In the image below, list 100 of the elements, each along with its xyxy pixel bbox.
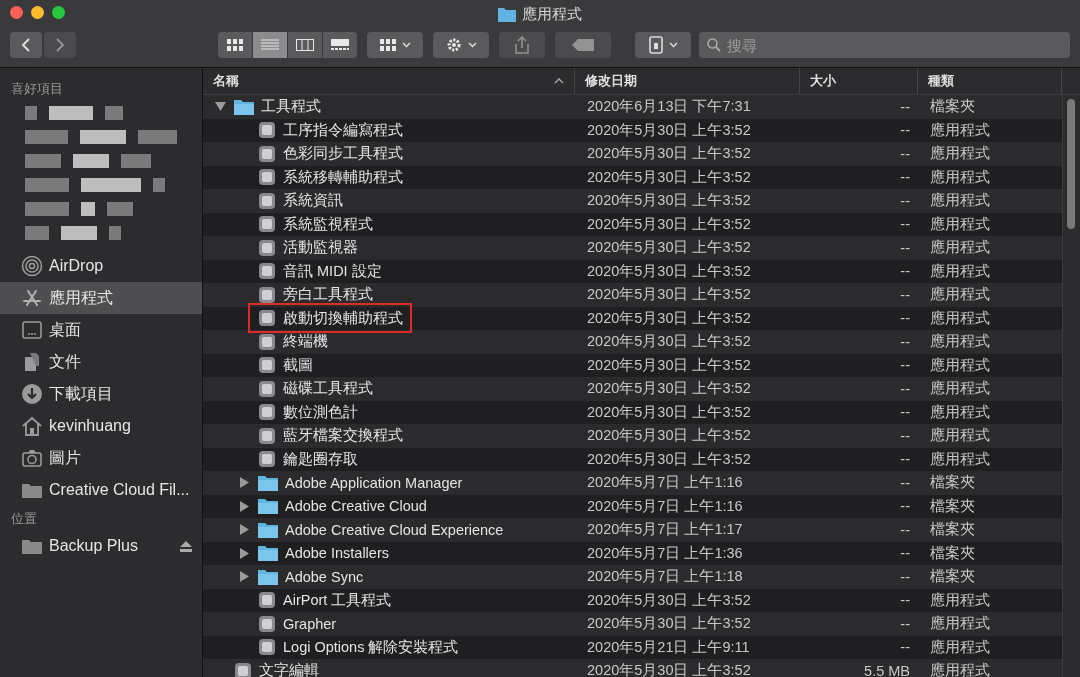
file-name: 鑰匙圈存取 [283,449,358,469]
file-size: -- [899,357,911,374]
file-kind: 應用程式 [929,167,991,187]
app-icon [257,167,277,188]
file-size: -- [899,216,911,233]
view-mode-button[interactable] [218,32,252,58]
app-icon [257,284,277,305]
close-button[interactable] [10,6,23,19]
app-icon [257,143,277,164]
file-kind: 應用程式 [929,308,991,328]
file-name: 文字編輯 [259,661,319,677]
view-mode-button[interactable] [288,32,322,58]
modified-date: 2020年5月7日 上午1:16 [586,473,744,493]
file-name: 活動監視器 [283,238,358,258]
sidebar-item[interactable]: 圖片 [0,442,202,474]
box-icon [648,36,663,54]
search-field[interactable]: 搜尋 [699,32,1070,58]
modified-date: 2020年5月7日 上午1:16 [586,496,744,516]
file-kind: 檔案夾 [929,473,976,493]
file-size: -- [899,639,911,656]
share-icon [515,36,529,54]
view-mode-button[interactable] [323,32,357,58]
forward-button[interactable] [44,32,76,58]
caret-icon [401,42,411,48]
chevron-right-icon [55,38,65,52]
settings-icon [445,37,462,53]
file-size: -- [899,451,911,468]
sidebar-item[interactable]: 下載項目 [0,378,202,410]
file-size: -- [899,615,911,632]
file-name: Adobe Installers [285,545,389,562]
sidebar-item[interactable]: 應用程式 [0,282,202,314]
camera-icon [21,447,43,469]
file-kind: 檔案夾 [929,97,976,117]
modified-date: 2020年5月7日 上午1:18 [586,567,744,587]
file-name: 工序指令編寫程式 [283,120,403,140]
sidebar-item[interactable]: Creative Cloud Fil... [0,474,202,506]
file-kind: 應用程式 [929,590,991,610]
app-icon [257,425,277,446]
app-icon [257,590,277,611]
folder-icon [257,567,279,586]
file-name: 系統資訊 [283,191,343,211]
sidebar-item[interactable]: Backup Plus [0,530,202,562]
file-kind: 應用程式 [929,214,991,234]
action-button[interactable] [433,32,489,58]
modified-date: 2020年5月30日 上午3:52 [586,614,752,634]
column-header[interactable]: 大小 [800,68,918,94]
sidebar-item[interactable]: 桌面 [0,314,202,346]
folder-icon [257,473,279,492]
modified-date: 2020年5月30日 上午3:52 [586,167,752,187]
window-title: 應用程式 [522,4,582,24]
column-header[interactable]: 名稱 [203,68,575,94]
gallery-icon [331,39,349,51]
sidebar-item[interactable]: kevinhuang [0,410,202,442]
modified-date: 2020年5月30日 上午3:52 [586,402,752,422]
app-icon [257,261,277,282]
icon-grid-icon [227,39,243,51]
folder-icon [498,6,516,22]
zoom-button[interactable] [52,6,65,19]
back-button[interactable] [10,32,42,58]
triangle-right-icon [238,477,250,489]
dropbox-button[interactable] [635,32,691,58]
file-name: 系統監視程式 [283,214,373,234]
search-icon [707,38,721,52]
file-kind: 檔案夾 [929,543,976,563]
file-size: 5.5 MB [863,662,911,677]
file-size: -- [899,427,911,444]
file-name: Logi Options 解除安裝程式 [283,637,459,657]
modified-date: 2020年5月21日 上午9:11 [586,637,751,657]
modified-date: 2020年5月30日 上午3:52 [586,191,752,211]
minimize-button[interactable] [31,6,44,19]
file-size: -- [899,192,911,209]
file-kind: 檔案夾 [929,567,976,587]
modified-date: 2020年5月30日 上午3:52 [586,308,752,328]
app-icon [257,331,277,352]
file-kind: 應用程式 [929,355,991,375]
group-button[interactable] [367,32,423,58]
file-kind: 應用程式 [929,332,991,352]
sidebar-item[interactable]: AirDrop [0,250,202,282]
sidebar-item[interactable]: 文件 [0,346,202,378]
file-kind: 應用程式 [929,661,991,677]
app-icon [257,402,277,423]
modified-date: 2020年5月7日 上午1:17 [586,520,744,540]
file-kind: 應用程式 [929,379,991,399]
column-header[interactable]: 種類 [918,68,1062,94]
file-kind: 檔案夾 [929,520,976,540]
modified-date: 2020年5月30日 上午3:52 [586,661,752,677]
caret-icon [668,42,678,48]
app-icon [257,378,277,399]
modified-date: 2020年5月30日 上午3:52 [586,144,752,164]
app-icon [257,613,277,634]
file-kind: 應用程式 [929,614,991,634]
triangle-right-icon [238,571,250,583]
desktop-icon [21,319,43,341]
file-kind: 應用程式 [929,144,991,164]
app-store-icon [21,287,43,309]
column-header[interactable]: 修改日期 [575,68,800,94]
file-kind: 應用程式 [929,261,991,281]
file-size: -- [899,98,911,115]
triangle-right-icon [238,547,250,559]
file-kind: 應用程式 [929,449,991,469]
